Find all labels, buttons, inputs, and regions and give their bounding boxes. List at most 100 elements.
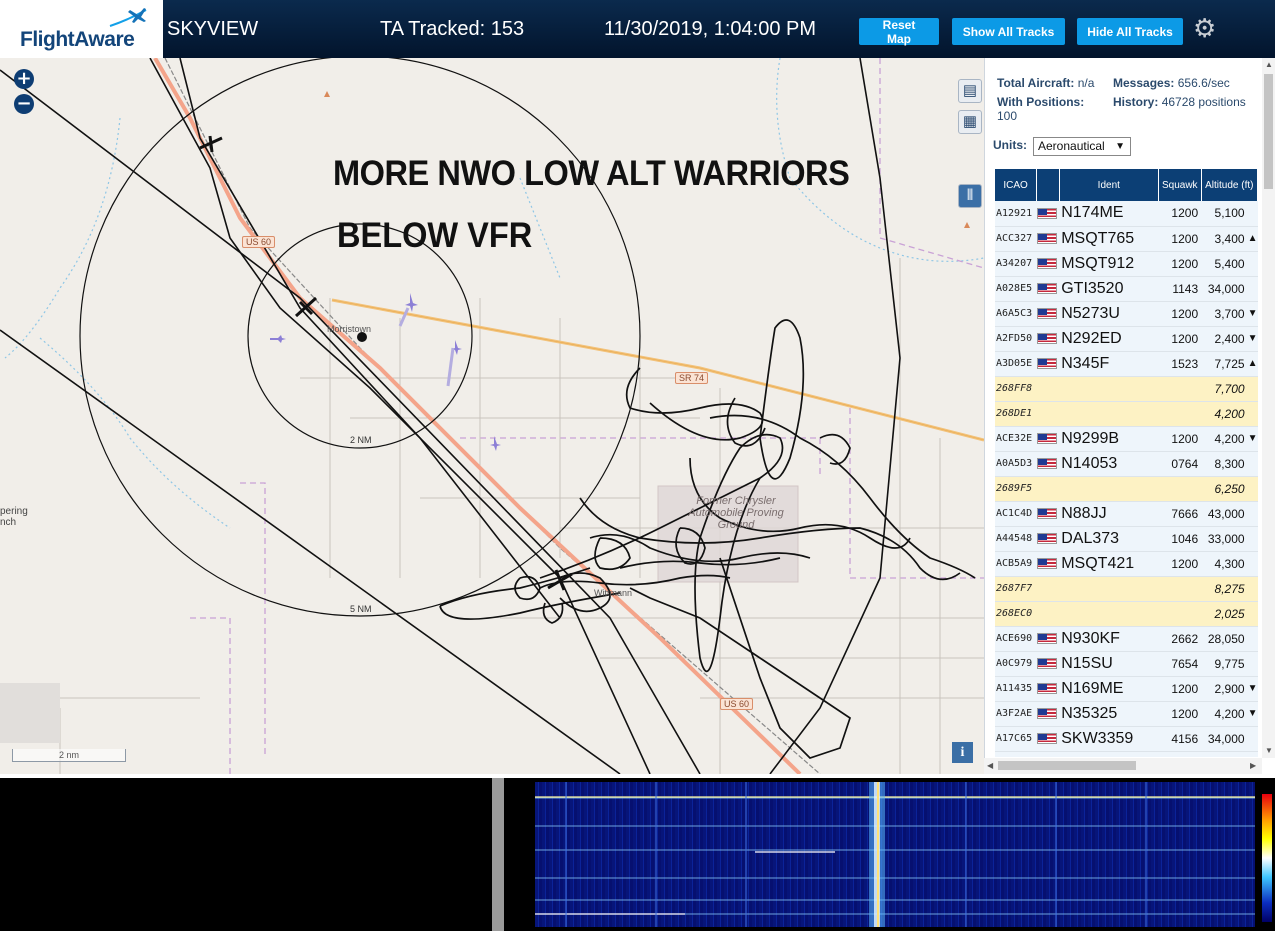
scroll-down-arrow[interactable]: ▼	[1265, 746, 1273, 755]
table-row[interactable]: A11435 N169ME 1200 2,900 ▼	[995, 676, 1258, 702]
us-flag-icon	[1036, 708, 1057, 720]
ident-cell	[1059, 376, 1159, 402]
altitude-trend-icon	[1247, 626, 1258, 652]
table-row[interactable]: A028E5 GTI3520 1143 34,000	[995, 276, 1258, 302]
column-header-altitude[interactable]: Altitude (ft)	[1201, 169, 1258, 201]
squawk-cell	[1158, 601, 1202, 627]
ident-cell	[1059, 401, 1159, 427]
units-select[interactable]: Aeronautical ▼	[1033, 137, 1131, 156]
altitude-cell: 33,000	[1201, 526, 1248, 552]
range-ring-label-5nm: 5 NM	[350, 604, 372, 614]
ident-cell: N9299B	[1059, 426, 1159, 452]
proving-ground-label: Former Chrysler Automobile Proving Groun…	[688, 495, 784, 531]
table-row[interactable]: AC1C4D N88JJ 7666 43,000	[995, 501, 1258, 527]
flag-cell	[1036, 201, 1060, 227]
total-aircraft-value: n/a	[1077, 76, 1095, 90]
vertical-scrollbar[interactable]: ▲ ▼	[1262, 58, 1275, 758]
show-all-tracks-button[interactable]: Show All Tracks	[952, 18, 1065, 45]
table-row[interactable]: A3D05E N345F 1523 7,725 ▲	[995, 351, 1258, 377]
altitude-trend-icon	[1247, 551, 1258, 577]
current-datetime: 11/30/2019, 1:04:00 PM	[604, 18, 817, 40]
columns-icon[interactable]: ⫴	[958, 184, 982, 208]
flag-cell	[1036, 726, 1060, 752]
annotation-line-1: MORE NWO LOW ALT WARRIORS	[333, 154, 850, 193]
route-shield-us60: US 60	[720, 698, 754, 710]
squawk-cell: 1046	[1158, 526, 1202, 552]
table-row[interactable]: 2689F5 6,250	[995, 476, 1258, 502]
units-selected-value: Aeronautical	[1038, 139, 1105, 153]
table-row[interactable]: A12921 N174ME 1200 5,100	[995, 201, 1258, 227]
table-row[interactable]: ACE32E N9299B 1200 4,200 ▼	[995, 426, 1258, 452]
info-button[interactable]: i	[952, 742, 973, 763]
gear-icon[interactable]: ⚙	[1193, 14, 1216, 42]
hide-all-tracks-button[interactable]: Hide All Tracks	[1077, 18, 1183, 45]
ident-cell: MSQT421	[1059, 551, 1159, 577]
table-row[interactable]: A0A5D3 N14053 0764 8,300	[995, 451, 1258, 477]
table-row[interactable]: 268DE1 4,200	[995, 401, 1258, 427]
table-row[interactable]: 268FF8 7,700	[995, 376, 1258, 402]
horizontal-scrollbar[interactable]: ◀ ▶	[984, 758, 1262, 774]
squawk-cell: 0764	[1158, 451, 1202, 477]
scroll-up-arrow[interactable]: ▲	[1265, 60, 1273, 69]
column-header-flag[interactable]	[1036, 169, 1060, 201]
zoom-out-button[interactable]: −	[14, 94, 34, 114]
scroll-left-arrow[interactable]: ◀	[987, 761, 993, 770]
table-row[interactable]: ACB5A9 MSQT421 1200 4,300	[995, 551, 1258, 577]
ident-cell: GTI3520	[1059, 276, 1159, 302]
ident-cell	[1059, 601, 1159, 627]
us-flag-icon	[1036, 233, 1057, 245]
spectrum-waterfall-panel	[0, 778, 1275, 931]
table-row[interactable]: A2FD50 N292ED 1200 2,400 ▼	[995, 326, 1258, 352]
reset-map-button[interactable]: Reset Map	[859, 18, 939, 46]
column-header-ident[interactable]: Ident	[1059, 169, 1159, 201]
table-row[interactable]: A0C979 N15SU 7654 9,775	[995, 651, 1258, 677]
ident-cell	[1059, 576, 1159, 602]
table-row[interactable]: A6A5C3 N5273U 1200 3,700 ▼	[995, 301, 1258, 327]
ident-cell: N5273U	[1059, 301, 1159, 327]
history-stat: History: 46728 positions	[1113, 95, 1246, 109]
altitude-trend-icon: ▼	[1247, 326, 1258, 352]
column-header-icao[interactable]: ICAO	[995, 169, 1038, 201]
us-flag-icon	[1036, 558, 1057, 570]
altitude-trend-icon	[1247, 451, 1258, 477]
ident-cell: N345F	[1059, 351, 1159, 377]
table-row[interactable]: 268EC0 2,025	[995, 601, 1258, 627]
aircraft-table-container[interactable]: ICAO Ident Squawk Altitude (ft) A12921 N1…	[995, 169, 1258, 757]
column-header-squawk[interactable]: Squawk	[1158, 169, 1202, 201]
squawk-cell: 2662	[1158, 626, 1202, 652]
table-row[interactable]: A34207 MSQT912 1200 5,400	[995, 251, 1258, 277]
map-icon[interactable]: ▤	[958, 79, 982, 103]
table-row[interactable]: ACC327 MSQT765 1200 3,400 ▲	[995, 226, 1258, 252]
grid-icon[interactable]: ▦	[958, 110, 982, 134]
squawk-cell: 1200	[1158, 426, 1202, 452]
squawk-cell: 1200	[1158, 326, 1202, 352]
altitude-trend-icon: ▼	[1247, 701, 1258, 727]
map-view[interactable]: + − ▤ ▦ ⫴ i MORE NWO LOW ALT WARRIORS BE…	[0, 58, 984, 774]
scroll-right-arrow[interactable]: ▶	[1250, 761, 1256, 770]
us-flag-icon	[1036, 207, 1057, 219]
squawk-cell: 7654	[1158, 651, 1202, 677]
icao-cell: A6A5C3	[995, 301, 1037, 327]
flag-cell	[1036, 576, 1060, 602]
ident-cell	[1059, 476, 1159, 502]
total-aircraft-stat: Total Aircraft: n/a	[997, 76, 1095, 90]
table-row[interactable]: A3F2AE N35325 1200 4,200 ▼	[995, 701, 1258, 727]
table-row[interactable]: 2687F7 8,275	[995, 576, 1258, 602]
zoom-in-button[interactable]: +	[14, 69, 34, 89]
vertical-scroll-thumb[interactable]	[1264, 74, 1273, 189]
table-row[interactable]: AB8F1F N844EF12006,250	[995, 751, 1258, 757]
table-row[interactable]: A44548 DAL373 1046 33,000	[995, 526, 1258, 552]
altitude-trend-icon	[1247, 276, 1258, 302]
altitude-cell: 2,025	[1201, 601, 1248, 627]
altitude-trend-icon: ▼	[1247, 301, 1258, 327]
table-row[interactable]: A17C65 SKW3359 4156 34,000	[995, 726, 1258, 752]
altitude-cell: 3,700	[1201, 301, 1248, 327]
flightaware-logo[interactable]: FlightAware	[0, 0, 163, 58]
ident-cell: MSQT765	[1059, 226, 1159, 252]
altitude-trend-icon	[1247, 501, 1258, 527]
horizontal-scroll-thumb[interactable]	[998, 761, 1136, 770]
altitude-trend-icon	[1247, 201, 1258, 227]
table-row[interactable]: ACE690 N930KF 2662 28,050	[995, 626, 1258, 652]
scale-bar: 2 nm	[12, 749, 126, 762]
icao-cell: AC1C4D	[995, 501, 1037, 527]
